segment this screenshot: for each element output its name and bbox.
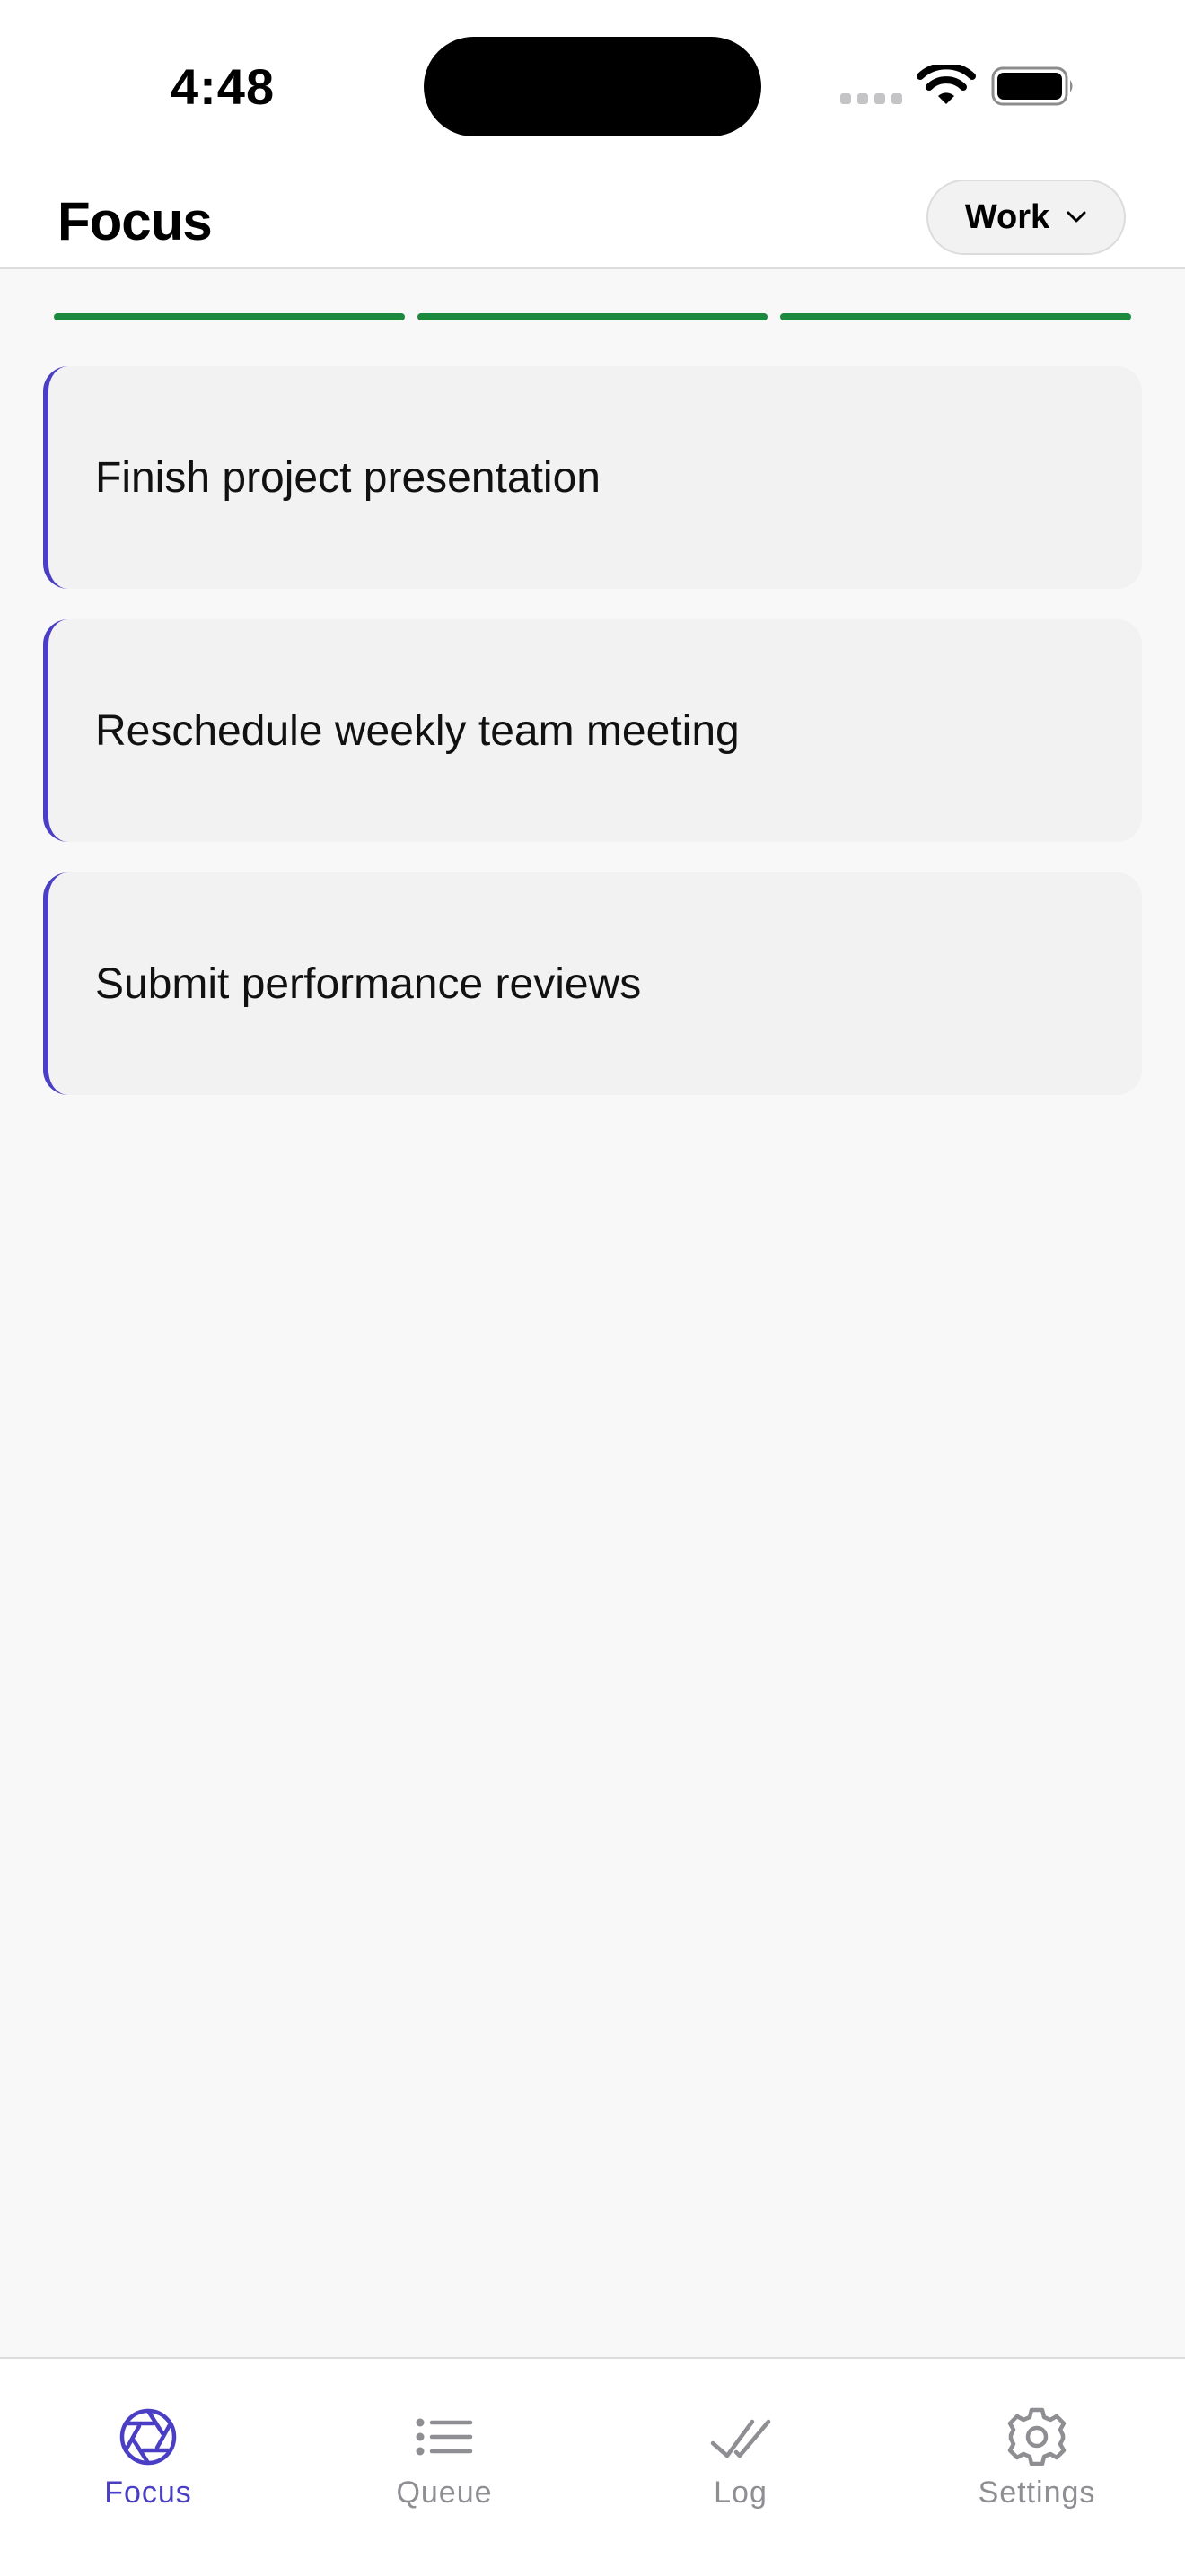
battery-icon xyxy=(991,66,1073,106)
task-card[interactable]: Submit performance reviews xyxy=(43,872,1142,1095)
progress-segment xyxy=(417,313,768,320)
progress-segment xyxy=(54,313,405,320)
task-card[interactable]: Reschedule weekly team meeting xyxy=(43,619,1142,842)
chevron-down-icon xyxy=(1066,211,1086,223)
task-title: Submit performance reviews xyxy=(95,959,642,1008)
status-bar: 4:48 xyxy=(0,0,1185,171)
task-title: Finish project presentation xyxy=(95,453,601,502)
page-title: Focus xyxy=(57,191,213,251)
gear-icon xyxy=(1007,2407,1066,2466)
tab-label: Settings xyxy=(978,2475,1096,2510)
context-picker-label: Work xyxy=(964,197,1050,236)
tab-label: Queue xyxy=(396,2475,493,2510)
task-card[interactable]: Finish project presentation xyxy=(43,366,1142,589)
aperture-icon xyxy=(119,2408,177,2466)
cellular-signal-icon xyxy=(840,93,902,104)
double-check-icon xyxy=(710,2419,771,2458)
tab-label: Log xyxy=(714,2475,768,2510)
list-icon xyxy=(416,2418,473,2456)
context-picker[interactable]: Work xyxy=(926,180,1126,255)
status-time: 4:48 xyxy=(171,58,276,115)
tab-focus[interactable]: Focus xyxy=(0,2359,296,2576)
tab-bar: Focus Queue Log Settings xyxy=(0,2357,1185,2576)
tab-label: Focus xyxy=(104,2475,192,2510)
progress-segment xyxy=(780,313,1132,320)
dynamic-island xyxy=(424,37,761,136)
tab-log[interactable]: Log xyxy=(592,2359,889,2576)
header: Focus Work xyxy=(0,171,1185,269)
tab-settings[interactable]: Settings xyxy=(889,2359,1185,2576)
tab-queue[interactable]: Queue xyxy=(296,2359,592,2576)
task-list: Finish project presentation Reschedule w… xyxy=(43,366,1142,1126)
task-title: Reschedule weekly team meeting xyxy=(95,706,740,755)
wifi-icon xyxy=(917,65,976,104)
progress-indicator xyxy=(54,313,1132,320)
